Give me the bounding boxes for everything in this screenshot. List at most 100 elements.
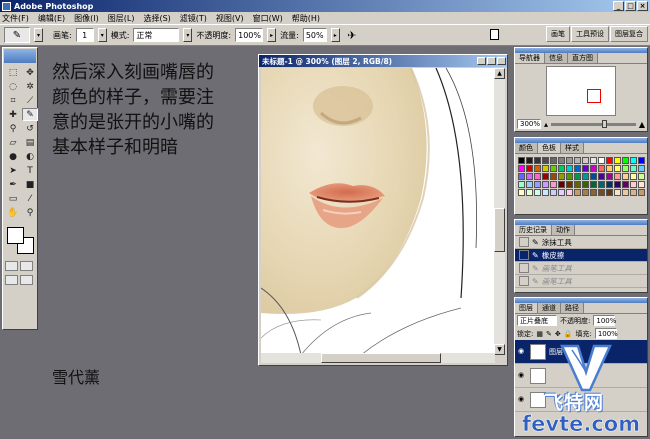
swatch[interactable]	[518, 157, 525, 164]
vertical-scroll-thumb[interactable]	[494, 208, 505, 252]
tab-paths[interactable]: 路径	[561, 303, 584, 313]
swatch[interactable]	[638, 165, 645, 172]
swatch[interactable]	[598, 189, 605, 196]
swatch[interactable]	[558, 181, 565, 188]
swatch[interactable]	[566, 165, 573, 172]
swatch[interactable]	[614, 181, 621, 188]
gradient-tool-icon[interactable]: ▤	[22, 136, 38, 149]
swatch[interactable]	[518, 181, 525, 188]
swatch[interactable]	[614, 165, 621, 172]
layer-opacity-field[interactable]: 100%	[593, 315, 616, 326]
swatch[interactable]	[534, 157, 541, 164]
tab-history[interactable]: 历史记录	[515, 225, 552, 235]
swatch[interactable]	[518, 165, 525, 172]
horizontal-scroll-thumb[interactable]	[321, 353, 441, 363]
menu-edit[interactable]: 编辑(E)	[38, 13, 65, 24]
tab-styles[interactable]: 样式	[561, 143, 584, 153]
swatch[interactable]	[622, 173, 629, 180]
swatch[interactable]	[606, 157, 613, 164]
zoom-slider[interactable]	[551, 119, 636, 128]
swatch[interactable]	[558, 157, 565, 164]
history-source-box[interactable]	[519, 250, 529, 260]
tab-actions[interactable]: 动作	[552, 225, 575, 235]
swatch[interactable]	[630, 173, 637, 180]
swatch[interactable]	[550, 181, 557, 188]
swatch[interactable]	[582, 189, 589, 196]
swatch[interactable]	[622, 157, 629, 164]
swatch[interactable]	[606, 189, 613, 196]
swatch[interactable]	[614, 173, 621, 180]
visibility-eye-icon[interactable]: ◉	[518, 347, 527, 356]
swatch[interactable]	[590, 157, 597, 164]
layer-row[interactable]: ◉ 图层 2	[515, 340, 647, 364]
eraser-tool-icon[interactable]: ▱	[5, 136, 21, 149]
swatch[interactable]	[534, 173, 541, 180]
close-button[interactable]: ×	[637, 1, 648, 11]
standard-mode-button[interactable]	[5, 261, 18, 271]
history-source-box[interactable]	[519, 237, 529, 247]
menu-file[interactable]: 文件(F)	[2, 13, 29, 24]
tab-swatches[interactable]: 色板	[538, 143, 561, 153]
shape-tool-icon[interactable]: ■	[22, 178, 38, 191]
doc-minimize-button[interactable]	[477, 57, 486, 65]
swatch[interactable]	[606, 165, 613, 172]
swatch[interactable]	[526, 189, 533, 196]
visibility-eye-icon[interactable]: ◉	[518, 395, 527, 404]
maximize-button[interactable]: □	[625, 1, 636, 11]
history-source-box[interactable]	[519, 276, 529, 286]
swatch[interactable]	[598, 181, 605, 188]
zoom-tool-icon[interactable]: ⚲	[22, 206, 38, 219]
blur-tool-icon[interactable]: ●	[5, 150, 21, 163]
swatch[interactable]	[622, 181, 629, 188]
doc-maximize-button[interactable]	[487, 57, 496, 65]
swatch[interactable]	[590, 165, 597, 172]
swatch[interactable]	[550, 157, 557, 164]
swatch[interactable]	[630, 181, 637, 188]
quick-mask-button[interactable]	[20, 261, 33, 271]
menu-filter[interactable]: 滤镜(T)	[180, 13, 207, 24]
brush-dropdown[interactable]: ▾	[97, 28, 107, 42]
swatch[interactable]	[558, 173, 565, 180]
swatch[interactable]	[582, 181, 589, 188]
notes-tool-icon[interactable]: ▭	[5, 192, 21, 205]
tab-layers[interactable]: 图层	[515, 303, 538, 313]
tool-preset-picker[interactable]: ✎	[4, 27, 30, 43]
dodge-tool-icon[interactable]: ◐	[22, 150, 38, 163]
swatch[interactable]	[542, 181, 549, 188]
swatch[interactable]	[622, 165, 629, 172]
healing-brush-tool-icon[interactable]: ✚	[5, 108, 21, 121]
swatch[interactable]	[582, 165, 589, 172]
swatch[interactable]	[590, 181, 597, 188]
swatch[interactable]	[566, 173, 573, 180]
scroll-up-icon[interactable]: ▲	[494, 68, 505, 79]
zoom-in-icon[interactable]: ▲	[639, 120, 645, 129]
file-browser-icon[interactable]	[490, 29, 499, 40]
swatch[interactable]	[526, 157, 533, 164]
eyedropper-tool-icon[interactable]: ⁄	[22, 192, 38, 205]
swatch[interactable]	[590, 173, 597, 180]
canvas[interactable]	[261, 68, 495, 355]
history-item[interactable]: ✎ 涂抹工具	[515, 236, 647, 249]
swatch[interactable]	[574, 181, 581, 188]
swatch[interactable]	[598, 157, 605, 164]
tool-preset-dropdown[interactable]: ▾	[34, 28, 43, 42]
layer-row[interactable]: ◉	[515, 388, 647, 412]
palette-tab-brushes[interactable]: 画笔	[546, 26, 570, 42]
tab-histogram[interactable]: 直方图	[568, 53, 598, 63]
foreground-color[interactable]	[7, 227, 24, 244]
swatch[interactable]	[590, 189, 597, 196]
swatch[interactable]	[518, 173, 525, 180]
swatch[interactable]	[566, 189, 573, 196]
zoom-out-icon[interactable]: ▴	[544, 120, 548, 129]
swatch[interactable]	[534, 181, 541, 188]
swatch[interactable]	[566, 157, 573, 164]
swatch[interactable]	[638, 189, 645, 196]
minimize-button[interactable]: _	[613, 1, 624, 11]
tab-color[interactable]: 颜色	[515, 143, 538, 153]
swatch[interactable]	[638, 173, 645, 180]
swatch[interactable]	[630, 189, 637, 196]
lock-all-icon[interactable]: 🔒	[564, 330, 573, 338]
menu-view[interactable]: 视图(V)	[216, 13, 244, 24]
swatch[interactable]	[542, 165, 549, 172]
swatch[interactable]	[566, 181, 573, 188]
